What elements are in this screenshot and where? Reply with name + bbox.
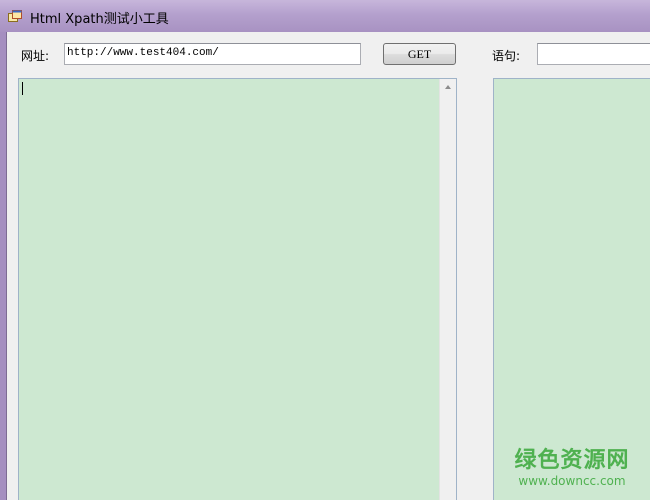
- watermark-url: www.downcc.com: [518, 474, 626, 488]
- app-window-icon: [8, 10, 22, 22]
- vertical-scrollbar[interactable]: [439, 79, 456, 500]
- html-source-textarea[interactable]: [18, 78, 457, 500]
- watermark-logo: 绿色资源网 www.downcc.com: [512, 448, 632, 488]
- text-caret: [22, 82, 23, 95]
- url-label: 网址:: [21, 49, 50, 63]
- result-textarea[interactable]: [493, 78, 650, 500]
- watermark-name: 绿色资源网: [514, 448, 630, 473]
- window-title: Html Xpath测试小工具: [30, 12, 169, 27]
- statement-input[interactable]: [537, 43, 650, 65]
- scroll-up-arrow-icon[interactable]: [440, 79, 457, 96]
- statement-label: 语句:: [492, 49, 521, 63]
- get-button[interactable]: GET: [383, 43, 456, 65]
- url-input[interactable]: http://www.test404.com/: [64, 43, 361, 65]
- main-window: 网址: http://www.test404.com/ GET 语句:: [6, 32, 650, 500]
- title-bar[interactable]: Html Xpath测试小工具: [0, 0, 650, 32]
